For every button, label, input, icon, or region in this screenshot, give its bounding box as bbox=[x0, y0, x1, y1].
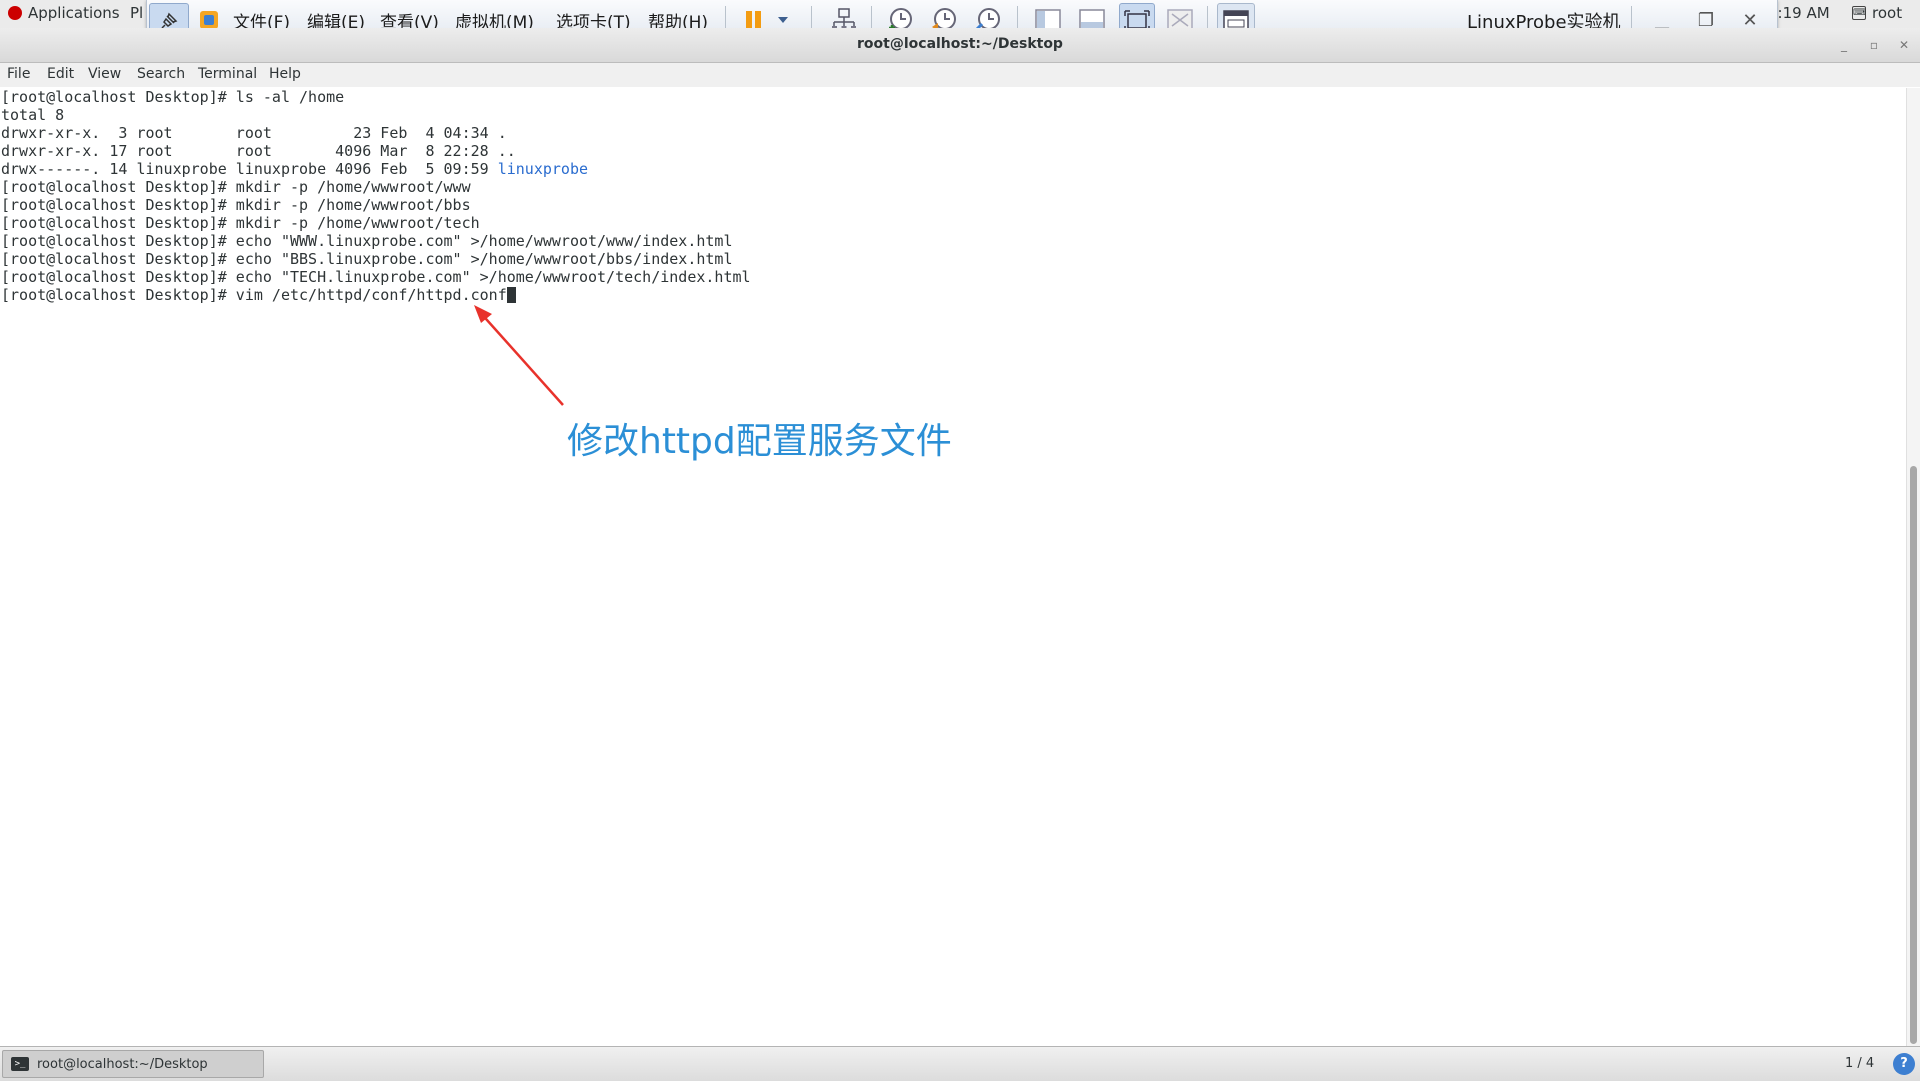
terminal-line: [root@localhost Desktop]# echo "BBS.linu… bbox=[1, 250, 733, 268]
taskbar-terminal-item[interactable]: >_ root@localhost:~/Desktop bbox=[2, 1050, 264, 1078]
terminal-maximize-button[interactable]: ▫ bbox=[1864, 36, 1884, 54]
menu-edit[interactable]: Edit bbox=[47, 66, 74, 82]
terminal-line: drwxr-xr-x. 3 root root 23 Feb 4 04:34 . bbox=[1, 124, 507, 142]
menu-view[interactable]: View bbox=[88, 66, 121, 82]
terminal-icon: >_ bbox=[11, 1057, 29, 1071]
terminal-line: drwxr-xr-x. 17 root root 4096 Mar 8 22:2… bbox=[1, 142, 516, 160]
chevron-down-icon bbox=[778, 17, 788, 23]
terminal-window-title: root@localhost:~/Desktop bbox=[857, 36, 1063, 52]
user-menu[interactable]: ⌨ root bbox=[1852, 4, 1902, 22]
terminal-line: [root@localhost Desktop]# echo "TECH.lin… bbox=[1, 268, 751, 286]
menu-file[interactable]: File bbox=[7, 66, 30, 82]
help-icon[interactable]: ? bbox=[1893, 1053, 1915, 1075]
terminal-line: [root@localhost Desktop]# mkdir -p /home… bbox=[1, 178, 471, 196]
scrollbar-thumb[interactable] bbox=[1910, 466, 1917, 1044]
applications-menu[interactable]: Applications bbox=[8, 4, 120, 22]
terminal-minimize-button[interactable]: _ bbox=[1834, 36, 1854, 54]
terminal-menubar: File Edit View Search Terminal Help bbox=[0, 63, 1920, 87]
terminal-line: drwx------. 14 linuxprobe linuxprobe 409… bbox=[1, 160, 588, 178]
annotation-text: 修改httpd配置服务文件 bbox=[567, 421, 952, 462]
user-label: root bbox=[1872, 4, 1903, 22]
redhat-icon bbox=[8, 6, 22, 20]
terminal-output[interactable]: [root@localhost Desktop]# ls -al /home t… bbox=[0, 88, 1906, 1046]
applications-label: Applications bbox=[28, 4, 120, 22]
annotation-arrow bbox=[474, 305, 564, 406]
menu-help[interactable]: Help bbox=[269, 66, 301, 82]
terminal-line: [root@localhost Desktop]# echo "WWW.linu… bbox=[1, 232, 733, 250]
keyboard-icon: ⌨ bbox=[1852, 6, 1866, 20]
maximize-icon: ▫ bbox=[1869, 38, 1879, 52]
terminal-line: [root@localhost Desktop]# mkdir -p /home… bbox=[1, 196, 471, 214]
terminal-line: [root@localhost Desktop]# ls -al /home bbox=[1, 88, 345, 106]
terminal-line-text: [root@localhost Desktop]# vim /etc/httpd… bbox=[1, 286, 507, 304]
close-icon: ✕ bbox=[1898, 38, 1910, 52]
terminal-line: total 8 bbox=[1, 106, 65, 124]
menu-search[interactable]: Search bbox=[137, 66, 185, 82]
terminal-line-text: drwx------. 14 linuxprobe linuxprobe 409… bbox=[1, 160, 498, 178]
terminal-scrollbar[interactable] bbox=[1906, 88, 1920, 1046]
terminal-title-bar: root@localhost:~/Desktop _ ▫ ✕ bbox=[0, 28, 1920, 63]
places-menu[interactable]: Pl bbox=[130, 4, 143, 22]
directory-name: linuxprobe bbox=[497, 160, 589, 178]
taskbar-item-label: root@localhost:~/Desktop bbox=[37, 1056, 208, 1072]
menu-terminal[interactable]: Terminal bbox=[198, 66, 257, 82]
bottom-taskbar: >_ root@localhost:~/Desktop 1 / 4 ? bbox=[0, 1046, 1920, 1081]
terminal-close-button[interactable]: ✕ bbox=[1894, 36, 1914, 54]
workspace-indicator[interactable]: 1 / 4 bbox=[1845, 1056, 1874, 1071]
terminal-line: [root@localhost Desktop]# mkdir -p /home… bbox=[1, 214, 480, 232]
minimize-icon: _ bbox=[1841, 38, 1847, 52]
terminal-prompt-line[interactable]: [root@localhost Desktop]# vim /etc/httpd… bbox=[1, 286, 516, 304]
